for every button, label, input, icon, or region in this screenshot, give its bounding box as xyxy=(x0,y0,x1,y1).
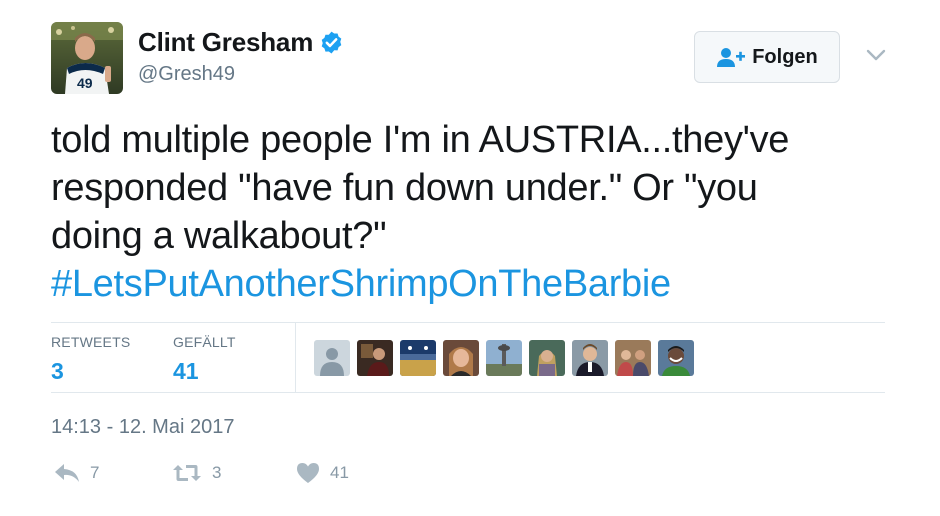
hashtag-link[interactable]: #LetsPutAnotherShrimpOnTheBarbie xyxy=(51,260,911,308)
like-button[interactable]: 41 xyxy=(296,462,349,484)
liker-avatar[interactable] xyxy=(572,340,608,376)
avatar-jersey-number: 49 xyxy=(77,75,93,91)
liker-avatar[interactable] xyxy=(529,340,565,376)
liker-avatar[interactable] xyxy=(357,340,393,376)
reply-count: 7 xyxy=(90,463,100,482)
retweet-count: 3 xyxy=(212,463,222,482)
liker-avatar[interactable] xyxy=(486,340,522,376)
author-handle[interactable]: @Gresh49 xyxy=(138,63,235,86)
verified-badge-icon xyxy=(319,30,344,55)
tweet-text-line: responded "have fun down under." Or "you xyxy=(51,167,758,209)
retweet-icon xyxy=(172,462,202,484)
follow-button[interactable]: Folgen xyxy=(694,31,840,83)
reply-icon xyxy=(54,462,80,484)
stats-bottom-divider xyxy=(51,392,885,393)
retweets-value: 3 xyxy=(51,358,64,384)
follow-user-plus-icon xyxy=(716,46,746,68)
follow-button-label: Folgen xyxy=(752,45,818,68)
likes-value: 41 xyxy=(173,358,199,384)
heart-icon xyxy=(296,462,320,484)
chevron-down-icon[interactable] xyxy=(864,46,888,64)
tweet-text-line: doing a walkabout?" xyxy=(51,215,387,257)
tweet-timestamp[interactable]: 14:13 - 12. Mai 2017 xyxy=(51,416,234,439)
like-count: 41 xyxy=(330,463,349,482)
tweet-text: told multiple people I'm in AUSTRIA...th… xyxy=(51,116,911,308)
default-avatar-icon[interactable] xyxy=(314,340,350,376)
liker-avatar[interactable] xyxy=(615,340,651,376)
likes-label: GEFÄLLT xyxy=(173,334,236,350)
author-display-name[interactable]: Clint Gresham xyxy=(138,27,313,58)
stats-vertical-divider xyxy=(295,323,296,392)
retweet-button[interactable]: 3 xyxy=(172,462,221,484)
likes-stat[interactable]: GEFÄLLT 41 xyxy=(173,334,236,385)
reply-button[interactable]: 7 xyxy=(54,462,99,484)
liker-avatar[interactable] xyxy=(400,340,436,376)
author-avatar[interactable]: 49 xyxy=(51,22,123,94)
liker-avatar[interactable] xyxy=(658,340,694,376)
tweet-text-line: told multiple people I'm in AUSTRIA...th… xyxy=(51,119,790,161)
stats-top-divider xyxy=(51,322,885,323)
liker-avatars xyxy=(314,340,701,376)
retweets-stat[interactable]: RETWEETS 3 xyxy=(51,334,130,385)
liker-avatar[interactable] xyxy=(443,340,479,376)
retweets-label: RETWEETS xyxy=(51,334,131,350)
